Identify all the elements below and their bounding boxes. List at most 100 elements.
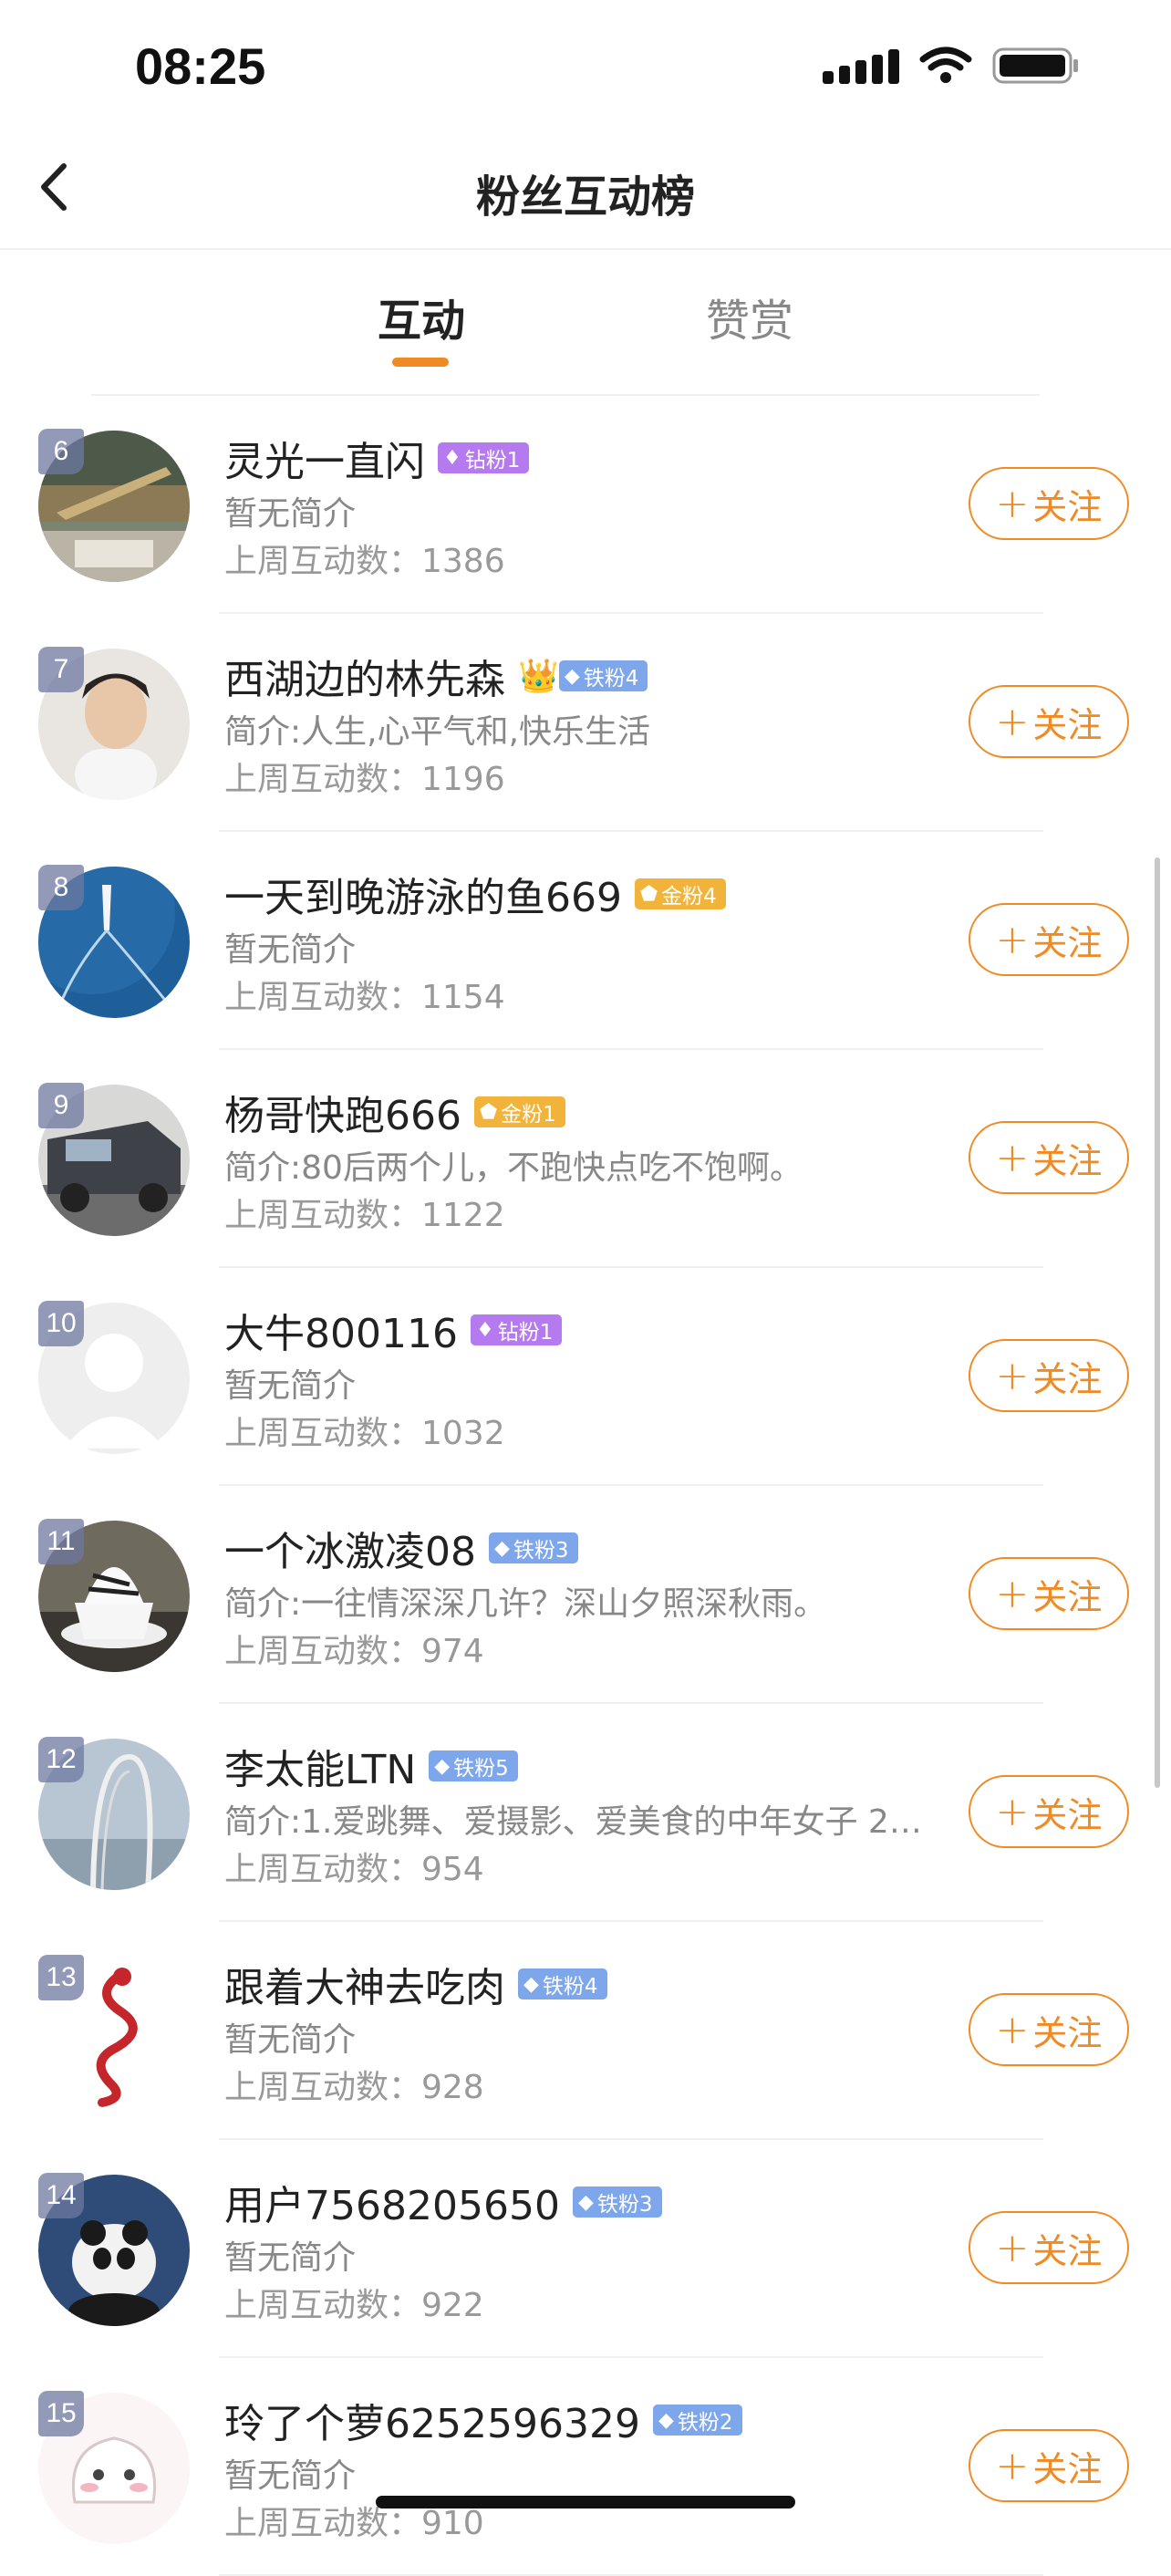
rank-badge: 15: [38, 2391, 84, 2436]
user-bio: 简介:1.爱跳舞、爱摄影、爱美食的中年女子 2....: [224, 1803, 927, 1841]
follow-label: 关注: [1032, 922, 1103, 963]
rank-badge: 14: [38, 2173, 84, 2218]
follow-label: 关注: [1032, 1358, 1103, 1399]
plus-icon: +: [995, 1788, 1030, 1835]
iron-gem-icon: ◆: [658, 2408, 674, 2432]
list-item[interactable]: 6 灵光一直闪 ♦ 钻粉1 暂无简介 上周互动数：1386 + 关注: [0, 396, 1171, 614]
list-item[interactable]: 13 跟着大神去吃肉 ◆ 铁粉4 暂无简介 上周互动数：928 + 关注: [0, 1922, 1171, 2140]
fan-level-label: 钻粉1: [497, 1321, 554, 1345]
tab-active-indicator: [392, 358, 449, 367]
follow-label: 关注: [1032, 486, 1103, 527]
user-name[interactable]: 西湖边的林先森: [224, 647, 505, 705]
list-item[interactable]: 14 用户7568205650 ◆ 铁粉3 暂无简介 上周互动数：922 + 关注: [0, 2140, 1171, 2358]
plus-icon: +: [995, 1352, 1030, 1399]
weekly-interaction-count: 上周互动数：1154: [224, 979, 505, 1016]
plus-icon: +: [995, 2006, 1030, 2053]
weekly-interaction-count: 上周互动数：922: [224, 2287, 484, 2324]
tab-reward[interactable]: 赞赏: [706, 285, 793, 348]
list-item[interactable]: 8 一天到晚游泳的鱼669 ⬟ 金粉4 暂无简介 上周互动数：1154 + 关注: [0, 832, 1171, 1050]
weekly-interaction-count: 上周互动数：1196: [224, 761, 505, 798]
nav-bar: 粉丝互动榜: [0, 128, 1171, 250]
fan-level-label: 铁粉2: [677, 2411, 733, 2435]
user-name[interactable]: 跟着大神去吃肉: [224, 1955, 505, 2013]
list-item[interactable]: 11 一个冰激凌08 ◆ 铁粉3 简介:一往情深深几许？深山夕照深秋雨。 上周互…: [0, 1486, 1171, 1704]
user-bio: 暂无简介: [224, 931, 357, 969]
rank-badge: 13: [38, 1955, 84, 2000]
user-name[interactable]: 一个冰激凌08: [224, 1519, 476, 1577]
list-item[interactable]: 9 杨哥快跑666 ⬟ 金粉1 简介:80后两个儿，不跑快点吃不饱啊。 上周互动…: [0, 1050, 1171, 1268]
page-title: 粉丝互动榜: [475, 171, 695, 223]
fan-ranking-list: 6 灵光一直闪 ♦ 钻粉1 暂无简介 上周互动数：1386 + 关注 7 西湖边的…: [0, 396, 1171, 2576]
user-name[interactable]: 一天到晚游泳的鱼669: [224, 865, 622, 923]
gold-gem-icon: ⬟: [479, 1100, 498, 1124]
user-bio: 暂无简介: [224, 1367, 357, 1405]
diamond-gem-icon: ♦: [443, 446, 461, 470]
name-line: 灵光一直闪 ♦ 钻粉1: [224, 429, 530, 487]
plus-icon: +: [995, 698, 1030, 745]
follow-button[interactable]: + 关注: [969, 1121, 1129, 1194]
name-line: 西湖边的林先森 👑 ◆ 铁粉4: [224, 647, 648, 705]
rank-badge: 9: [38, 1083, 84, 1128]
user-bio: 暂无简介: [224, 2239, 357, 2277]
user-name[interactable]: 灵光一直闪: [224, 429, 425, 487]
name-line: 跟着大神去吃肉 ◆ 铁粉4: [224, 1955, 607, 2013]
follow-button[interactable]: + 关注: [969, 1993, 1129, 2066]
weekly-interaction-count: 上周互动数：974: [224, 1633, 484, 1670]
fan-level-label: 铁粉5: [453, 1757, 509, 1781]
user-name[interactable]: 玲了个萝6252596329: [224, 2391, 640, 2449]
fan-level-badge: ◆ 铁粉3: [489, 1532, 578, 1563]
follow-button[interactable]: + 关注: [969, 2429, 1129, 2502]
fan-level-label: 金粉1: [501, 1103, 556, 1127]
follow-button[interactable]: + 关注: [969, 903, 1129, 976]
follow-label: 关注: [1032, 1794, 1103, 1835]
fan-level-label: 金粉4: [661, 885, 717, 909]
rank-badge: 8: [38, 865, 84, 910]
iron-gem-icon: ◆: [434, 1754, 451, 1778]
battery-icon: [992, 47, 1078, 84]
follow-label: 关注: [1032, 1140, 1103, 1181]
rank-badge: 10: [38, 1301, 84, 1346]
iron-gem-icon: ◆: [564, 664, 580, 688]
user-name[interactable]: 大牛800116: [224, 1301, 458, 1359]
rank-badge: 11: [38, 1519, 84, 1564]
fan-level-label: 铁粉3: [596, 2193, 653, 2217]
home-indicator: [376, 2496, 795, 2508]
wifi-icon: [919, 47, 972, 83]
follow-button[interactable]: + 关注: [969, 1339, 1129, 1412]
weekly-interaction-count: 上周互动数：1032: [224, 1415, 505, 1452]
user-name[interactable]: 杨哥快跑666: [224, 1083, 461, 1141]
plus-icon: +: [995, 1134, 1030, 1181]
user-name[interactable]: 用户7568205650: [224, 2173, 560, 2231]
list-item[interactable]: 15 玲了个萝6252596329 ◆ 铁粉2 暂无简介 上周互动数：910 +…: [0, 2358, 1171, 2576]
scrollbar[interactable]: [1155, 857, 1160, 1788]
rank-badge: 6: [38, 429, 84, 474]
fan-level-badge: ◆ 铁粉4: [518, 1968, 607, 2000]
follow-button[interactable]: + 关注: [969, 2211, 1129, 2284]
user-bio: 简介:人生,心平气和,快乐生活: [224, 713, 651, 751]
fan-level-badge: ⬟ 金粉4: [634, 878, 726, 909]
plus-icon: +: [995, 916, 1030, 963]
list-item[interactable]: 10 大牛800116 ♦ 钻粉1 暂无简介 上周互动数：1032 + 关注: [0, 1268, 1171, 1486]
fan-level-label: 铁粉4: [542, 1975, 598, 1999]
name-line: 一个冰激凌08 ◆ 铁粉3: [224, 1519, 578, 1577]
tab-interaction[interactable]: 互动: [378, 285, 465, 348]
name-line: 一天到晚游泳的鱼669 ⬟ 金粉4: [224, 865, 726, 923]
user-bio: 简介:一往情深深几许？深山夕照深秋雨。: [224, 1585, 827, 1623]
plus-icon: +: [995, 480, 1030, 527]
follow-button[interactable]: + 关注: [969, 467, 1129, 540]
follow-button[interactable]: + 关注: [969, 1775, 1129, 1848]
cellular-signal-icon: [823, 47, 899, 84]
plus-icon: +: [995, 2442, 1030, 2489]
tab-bar: 互动 赞赏: [0, 250, 1171, 396]
follow-button[interactable]: + 关注: [969, 685, 1129, 758]
list-item[interactable]: 12 李太能LTN ◆ 铁粉5 简介:1.爱跳舞、爱摄影、爱美食的中年女子 2.…: [0, 1704, 1171, 1922]
list-item[interactable]: 7 西湖边的林先森 👑 ◆ 铁粉4 简介:人生,心平气和,快乐生活 上周互动数：…: [0, 614, 1171, 832]
follow-button[interactable]: + 关注: [969, 1557, 1129, 1630]
follow-label: 关注: [1032, 2012, 1103, 2053]
user-name[interactable]: 李太能LTN: [224, 1737, 416, 1795]
status-bar: 08:25: [0, 0, 1171, 128]
fan-level-badge: ◆ 铁粉5: [429, 1750, 518, 1781]
iron-gem-icon: ◆: [577, 2190, 594, 2214]
user-bio: 暂无简介: [224, 495, 357, 533]
weekly-interaction-count: 上周互动数：1386: [224, 543, 505, 580]
